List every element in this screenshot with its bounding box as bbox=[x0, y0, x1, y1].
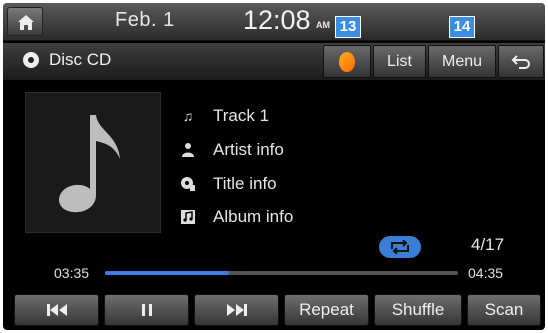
disc-icon bbox=[23, 52, 39, 68]
s-app-icon bbox=[339, 52, 355, 72]
track-title: Track 1 bbox=[213, 106, 270, 125]
callout-13: 13 bbox=[335, 16, 361, 38]
scan-button[interactable]: Scan bbox=[467, 294, 541, 326]
source-title: Disc CD bbox=[49, 50, 112, 69]
album-icon bbox=[181, 210, 195, 224]
track-count: 4/17 bbox=[471, 235, 505, 254]
repeat-button[interactable]: Repeat bbox=[284, 294, 369, 326]
s-app-button[interactable] bbox=[323, 45, 371, 78]
progress-bar[interactable] bbox=[105, 271, 458, 275]
elapsed-time: 03:35 bbox=[54, 265, 90, 281]
home-button[interactable] bbox=[7, 7, 43, 36]
clock-ampm: AM bbox=[316, 20, 330, 30]
menu-button[interactable]: Menu bbox=[428, 45, 496, 78]
status-bar: Feb. 1 12:08 AM 13 14 bbox=[3, 3, 545, 41]
shuffle-button[interactable]: Shuffle bbox=[374, 294, 462, 326]
previous-track-button[interactable] bbox=[14, 294, 99, 326]
list-button[interactable]: List bbox=[373, 45, 426, 78]
artist-info: Artist info bbox=[213, 140, 284, 159]
home-icon bbox=[18, 15, 34, 30]
title-icon bbox=[181, 177, 195, 191]
album-info: Album info bbox=[213, 207, 294, 226]
progress-fill bbox=[105, 271, 229, 275]
repeat-icon bbox=[391, 240, 409, 254]
clock-time: 12:08 bbox=[243, 5, 311, 35]
next-track-button[interactable] bbox=[194, 294, 279, 326]
date-display: Feb. 1 bbox=[115, 9, 175, 31]
music-note-icon: ♫ bbox=[182, 108, 194, 124]
person-icon bbox=[182, 143, 194, 157]
callout-14: 14 bbox=[449, 16, 475, 38]
back-button[interactable] bbox=[498, 45, 544, 78]
skip-back-icon bbox=[46, 304, 67, 316]
back-icon bbox=[511, 55, 530, 69]
skip-forward-icon bbox=[226, 304, 247, 316]
music-note-icon bbox=[59, 115, 120, 213]
total-time: 04:35 bbox=[468, 265, 504, 281]
album-art bbox=[25, 92, 161, 233]
pause-button[interactable] bbox=[104, 294, 189, 326]
title-info: Title info bbox=[213, 174, 277, 193]
head-unit-screen: Feb. 1 12:08 AM 13 14 Disc CD List Menu … bbox=[3, 3, 545, 330]
pause-icon bbox=[141, 304, 152, 316]
repeat-status-badge bbox=[379, 236, 421, 258]
